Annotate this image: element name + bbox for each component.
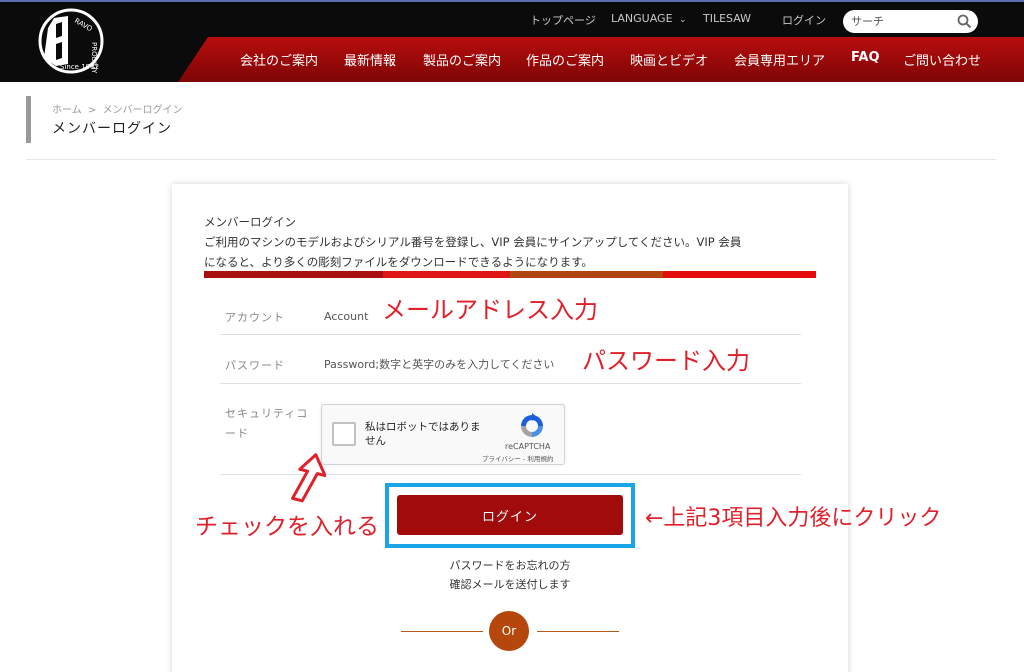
breadcrumb-home[interactable]: ホーム [52,105,82,116]
forgot-password: パスワードをお忘れの方 確認メールを送付します [400,556,620,594]
top-link-home[interactable]: トップページ [530,12,596,28]
recaptcha-widget: 私はロボットではありません reCAPTCHA プライバシー - 利用規約 [321,404,565,465]
annotation-click: ←上記3項目入力後にクリック [645,506,942,531]
title-accent-bar [26,96,31,143]
stripe-segment [510,271,663,278]
breadcrumb: ホーム > メンバーログイン [52,101,185,116]
breadcrumb-separator: > [87,105,97,116]
stripe-segment [204,271,383,278]
security-label-line-1: セキュリティコ [225,407,309,420]
page-title: メンバーログイン [52,121,172,137]
nav-members[interactable]: 会員専用エリア [734,50,825,69]
recaptcha-label: 私はロボットではありません [365,421,481,447]
top-link-login[interactable]: ログイン [782,12,826,28]
svg-text:RAVO: RAVO [73,17,94,34]
account-label: アカウント [225,311,285,324]
intro-line-1: ご利用のマシンのモデルおよびシリアル番号を登録し、VIP 会員にサインアップして… [204,235,742,249]
header-top-border [0,0,1024,2]
forgot-password-sub: 確認メールを送付します [449,578,571,591]
or-badge: Or [489,611,529,651]
stripe-segment [663,271,816,278]
nav-faq[interactable]: FAQ [851,50,880,65]
nav-contact[interactable]: ご問い合わせ [903,50,981,69]
logo-since-text: Since 1982 [60,63,100,71]
breadcrumb-current: メンバーログイン [102,105,183,116]
nav-works[interactable]: 作品のご案内 [526,50,604,69]
top-link-tilesaw[interactable]: TILESAW [703,12,751,25]
password-label: パスワード [225,359,285,372]
login-button[interactable]: ログイン [397,495,623,535]
nav-news[interactable]: 最新情報 [344,50,396,69]
or-divider-left [401,631,483,632]
login-intro: メンバーログイン ご利用のマシンのモデルおよびシリアル番号を登録し、VIP 会員… [204,212,824,272]
top-link-language[interactable]: LANGUAGE [611,12,673,25]
nav-company[interactable]: 会社のご案内 [240,50,318,69]
search-box [843,10,978,33]
color-stripe [204,271,816,278]
stripe-segment [383,271,510,278]
annotation-password: パスワード入力 [582,347,750,375]
chevron-down-icon[interactable]: ⌄ [679,15,687,25]
arrow-up-icon [291,453,326,503]
row-divider [220,383,801,384]
recaptcha-brand: reCAPTCHA [505,442,551,451]
forgot-password-link[interactable]: パスワードをお忘れの方 [400,556,620,575]
password-input[interactable] [324,357,574,372]
intro-title: メンバーログイン [204,215,296,229]
nav-videos[interactable]: 映画とビデオ [630,50,708,69]
account-input[interactable] [324,309,384,324]
annotation-email: メールアドレス入力 [382,296,598,324]
row-divider [220,334,801,335]
recaptcha-links[interactable]: プライバシー - 利用規約 [482,453,553,463]
annotation-check: チェックを入れる [195,514,379,540]
or-divider-right [537,631,619,632]
recaptcha-checkbox[interactable] [332,422,356,446]
divider [26,159,996,160]
intro-line-2: になると、より多くの彫刻ファイルをダウンロードできるようになります。 [204,255,593,269]
nav-products[interactable]: 製品のご案内 [423,50,501,69]
site-header: RAVO PRODIGY Since 1982 トップページ LANGUAGE … [0,0,1024,82]
search-input[interactable] [851,13,951,30]
recaptcha-icon [521,413,543,437]
search-icon[interactable] [957,14,972,29]
security-label-line-2: ード [225,427,249,440]
